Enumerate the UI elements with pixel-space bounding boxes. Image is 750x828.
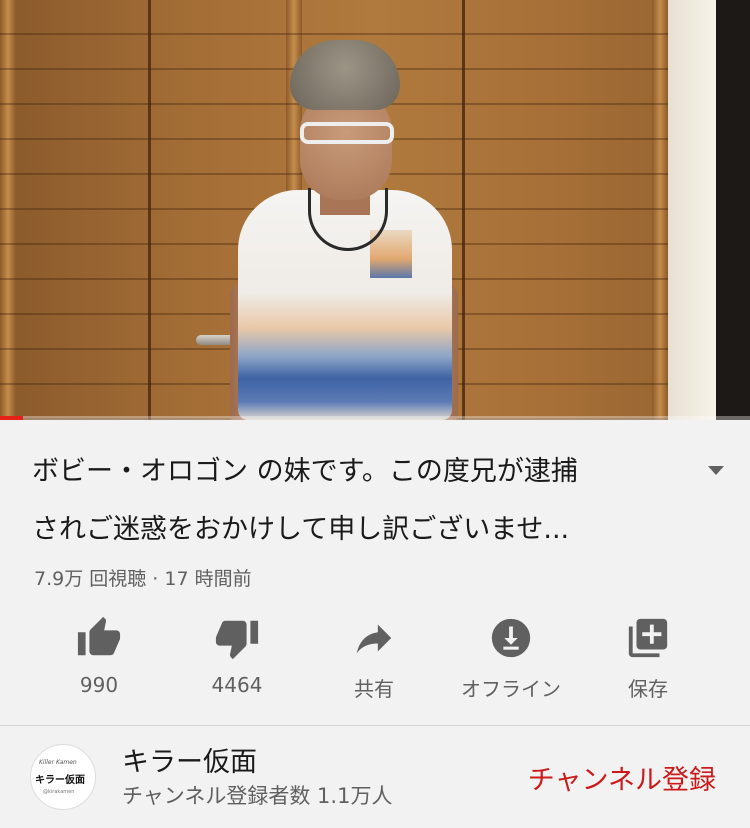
save-label: 保存 (628, 677, 668, 701)
progress-bar[interactable] (0, 416, 750, 420)
youtube-video-page: ボビー・オロゴン の妹です。この度兄が逮捕 されご迷惑をおかけして申し訳ございま… (0, 0, 750, 828)
video-title-line: されご迷惑をおかけして申し訳ございませ... (32, 514, 570, 545)
video-title-line: ボビー・オロゴン の妹です。この度兄が逮捕 (32, 456, 578, 487)
add-to-playlist-icon (628, 618, 668, 658)
video-title[interactable]: ボビー・オロゴン の妹です。この度兄が逮捕 されご迷惑をおかけして申し訳ございま… (32, 443, 682, 559)
glasses (300, 122, 394, 144)
progress-fill (0, 416, 23, 420)
subscribe-button[interactable]: チャンネル登録 (528, 758, 716, 797)
share-label: 共有 (354, 677, 394, 701)
video-player[interactable] (0, 0, 750, 420)
avatar-handle-text: @kirakamen (43, 789, 75, 795)
action-bar: 990 4464 共有 オフライン 保存 (0, 611, 750, 707)
avatar-script-text: Killer Kamen (39, 759, 77, 766)
hair (290, 40, 400, 110)
like-count: 990 (79, 673, 119, 697)
wall (668, 0, 716, 420)
channel-avatar[interactable]: Killer Kamen キラー仮面 @kirakamen (30, 744, 96, 810)
dark-edge (716, 0, 750, 420)
offline-label: オフライン (461, 677, 561, 701)
download-icon (491, 618, 531, 658)
save-button[interactable]: 保存 (578, 611, 718, 707)
dislike-count: 4464 (211, 673, 263, 697)
person (220, 40, 470, 420)
chevron-down-icon[interactable] (706, 463, 726, 477)
channel-row: Killer Kamen キラー仮面 @kirakamen キラー仮面 チャンネ… (0, 726, 750, 828)
view-count-and-date: 7.9万 回視聴 · 17 時間前 (34, 568, 252, 590)
subscriber-count: チャンネル登録者数 1.1万人 (122, 784, 393, 808)
share-arrow-icon (356, 624, 392, 654)
avatar-logo-text: キラー仮面 (35, 775, 85, 786)
dislike-button[interactable]: 4464 (167, 611, 307, 707)
channel-name[interactable]: キラー仮面 (122, 740, 257, 779)
thumbs-up-icon (77, 616, 121, 656)
share-button[interactable]: 共有 (304, 611, 444, 707)
thumbs-down-icon (215, 620, 259, 660)
offline-download-button[interactable]: オフライン (441, 611, 581, 707)
like-button[interactable]: 990 (29, 611, 169, 707)
video-info: ボビー・オロゴン の妹です。この度兄が逮捕 されご迷惑をおかけして申し訳ございま… (0, 421, 750, 828)
